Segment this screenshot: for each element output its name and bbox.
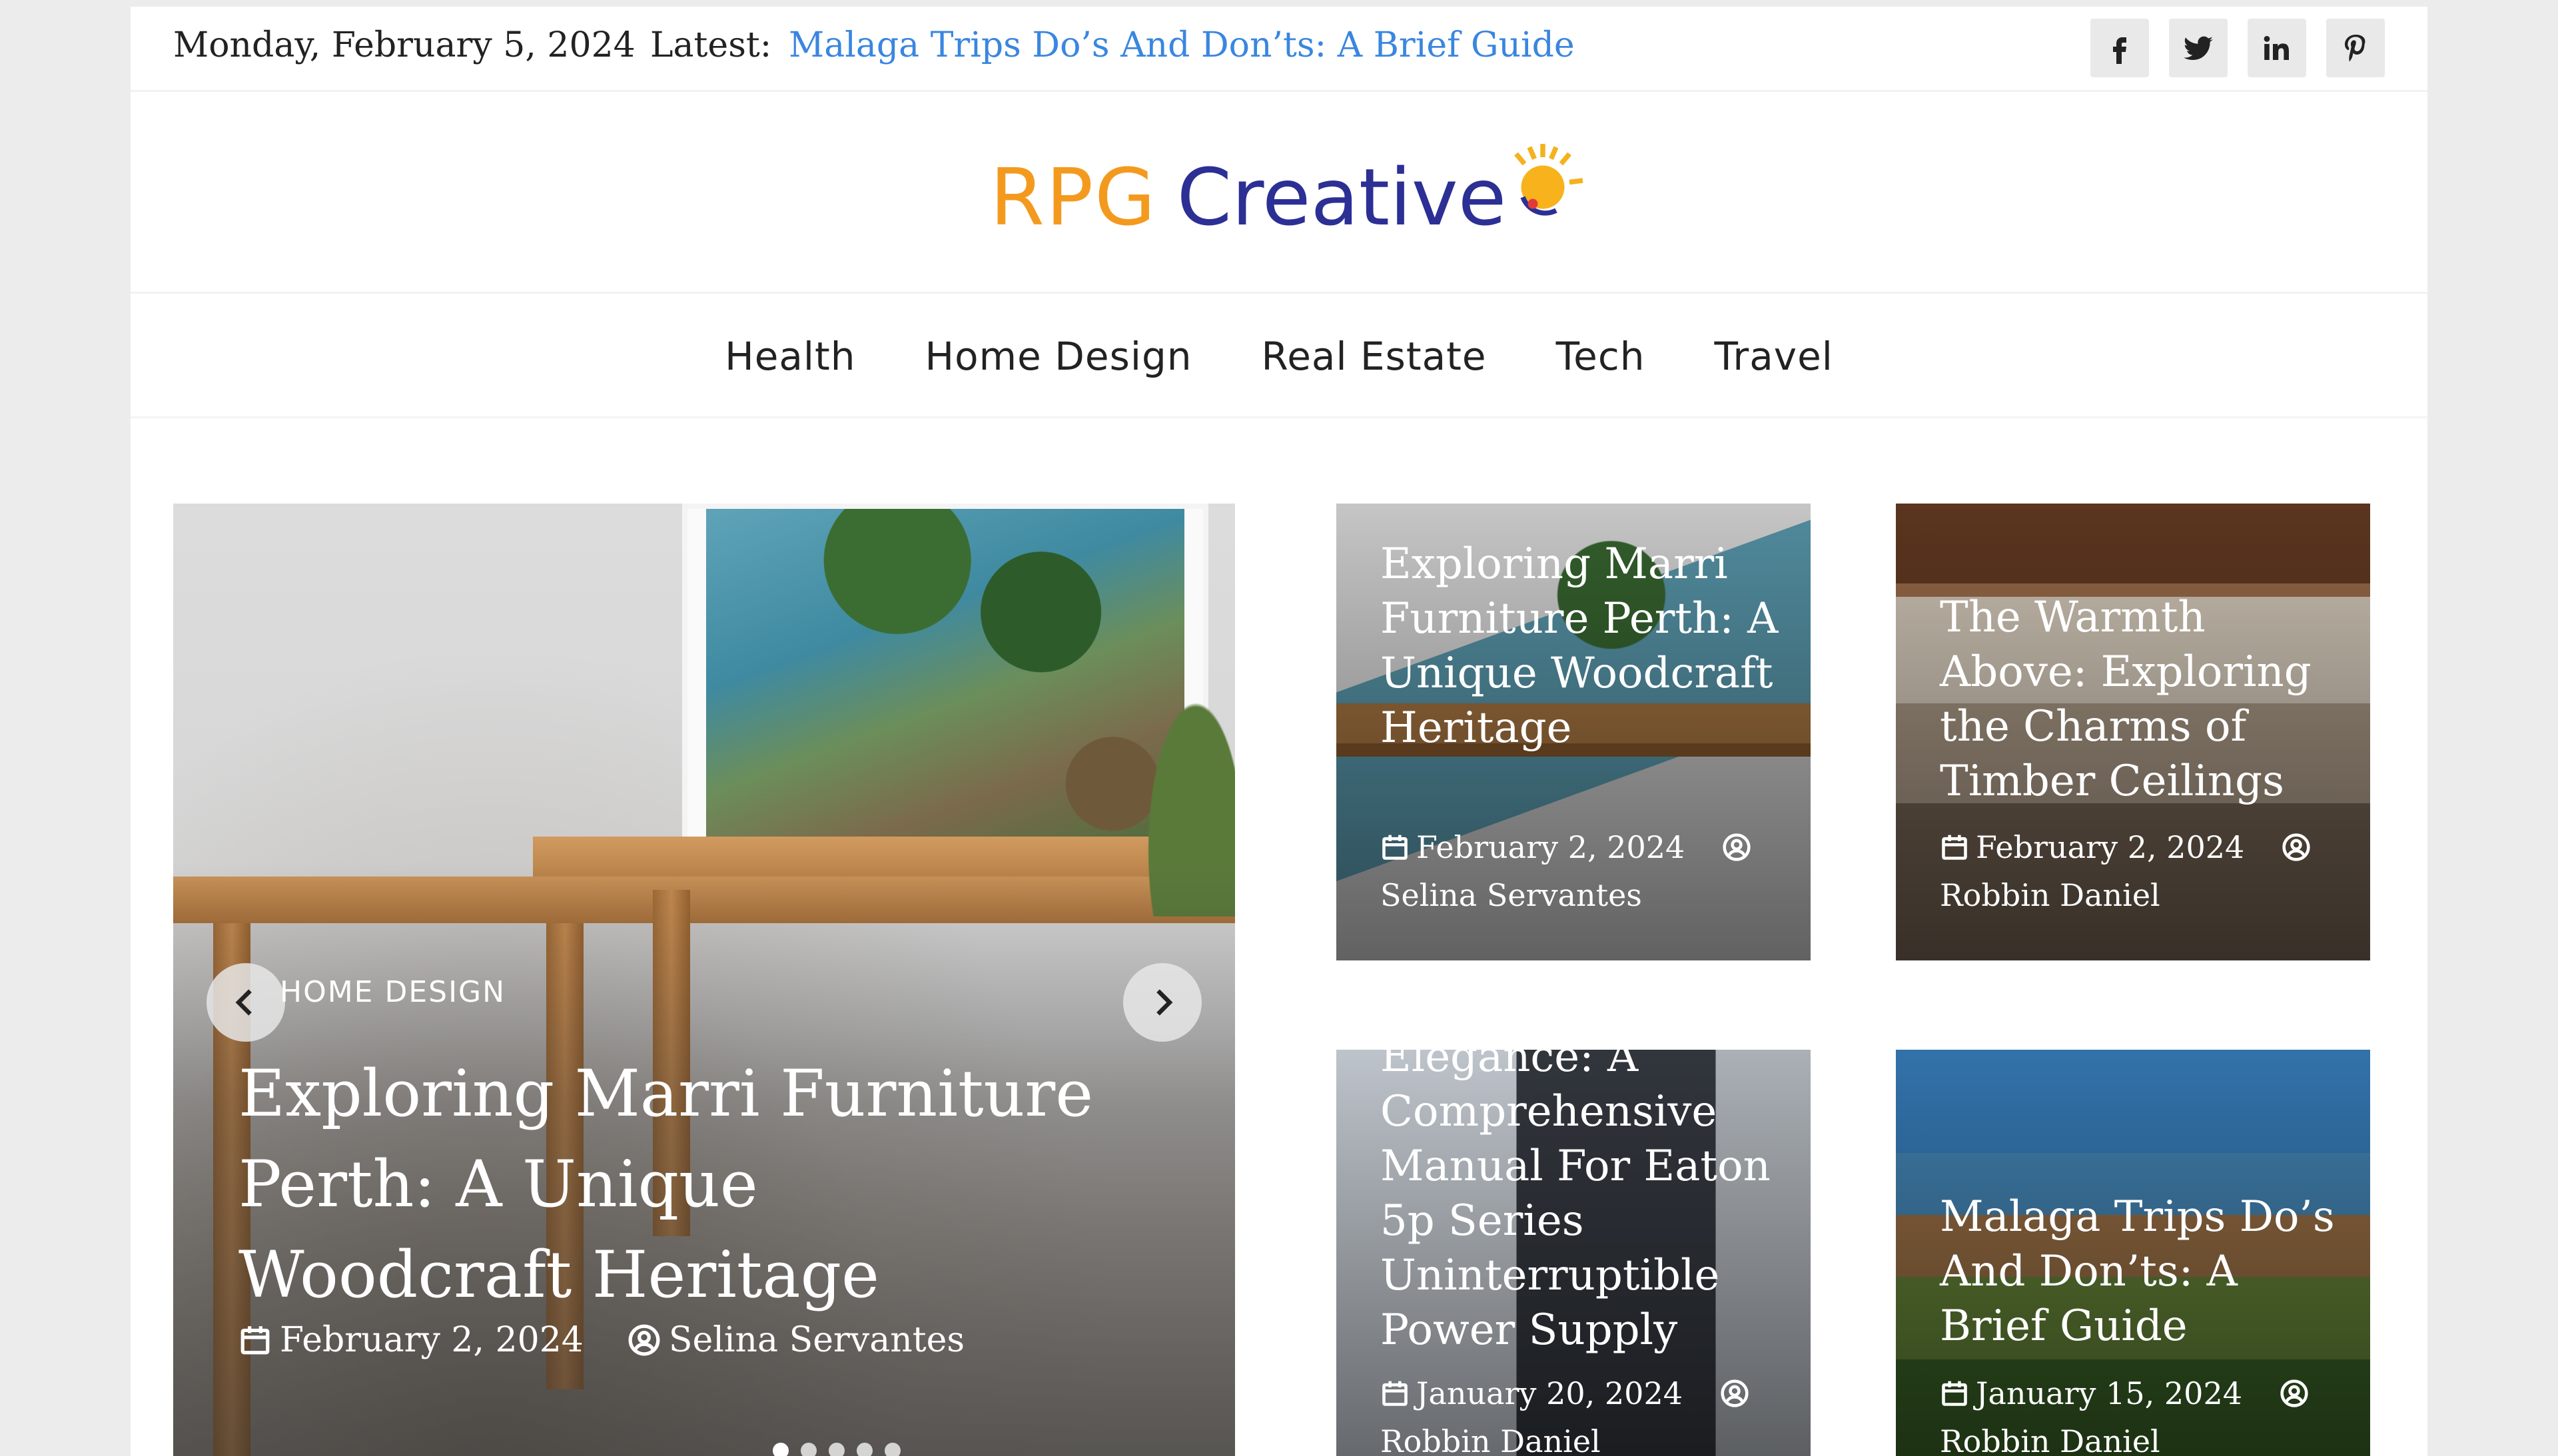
calendar-icon xyxy=(1942,835,1967,860)
nav-item-travel[interactable]: Travel xyxy=(1714,334,1833,379)
facebook-icon[interactable] xyxy=(2090,19,2149,77)
user-icon xyxy=(628,1324,660,1356)
hero-meta: February 2, 2024 Selina Servantes xyxy=(238,1320,965,1360)
hero-title[interactable]: Exploring Marri Furniture Perth: A Uniqu… xyxy=(238,1048,1104,1320)
user-icon xyxy=(2282,833,2310,861)
post-card-author[interactable]: Robbin Daniel xyxy=(1940,1417,2353,1456)
hero-category[interactable]: HOME DESIGN xyxy=(280,975,506,1009)
chevron-right-icon xyxy=(1156,989,1173,1016)
post-card-date[interactable]: February 2, 2024 xyxy=(1976,823,2244,871)
post-card-title[interactable]: Malaga Trips Do’s And Don’ts: A Brief Gu… xyxy=(1940,1190,2353,1353)
post-card-author[interactable]: Robbin Daniel xyxy=(1380,1417,1793,1456)
logo-rpg-text: RPG xyxy=(990,151,1157,243)
user-icon xyxy=(2280,1379,2308,1407)
post-card[interactable]: The Warmth Above: Exploring the Charms o… xyxy=(1896,504,2370,960)
logo-creative-text: Creative xyxy=(1176,151,1507,243)
hero-slider[interactable]: HOME DESIGN Exploring Marri Furniture Pe… xyxy=(173,504,1235,1456)
slider-dot[interactable] xyxy=(801,1443,817,1456)
hero-author[interactable]: Selina Servantes xyxy=(669,1320,965,1360)
post-card-meta: February 2, 2024 Robbin Daniel xyxy=(1940,823,2353,919)
nav-item-tech[interactable]: Tech xyxy=(1556,334,1645,379)
post-card-meta: February 2, 2024 Selina Servantes xyxy=(1380,823,1793,919)
slider-dots xyxy=(773,1443,901,1456)
hero-author-wrap: Selina Servantes xyxy=(628,1320,965,1360)
post-card[interactable]: Malaga Trips Do’s And Don’ts: A Brief Gu… xyxy=(1896,1050,2370,1456)
site-header: RPG Creative xyxy=(131,94,2427,294)
calendar-icon xyxy=(1382,835,1408,860)
post-card-title[interactable]: The Warmth Above: Exploring the Charms o… xyxy=(1940,590,2353,809)
slider-dot[interactable] xyxy=(885,1443,901,1456)
social-links xyxy=(2090,19,2385,77)
slider-dot[interactable] xyxy=(773,1443,789,1456)
latest-news-link[interactable]: Malaga Trips Do’s And Don’ts: A Brief Gu… xyxy=(789,25,1575,65)
slider-dot[interactable] xyxy=(829,1443,845,1456)
linkedin-icon[interactable] xyxy=(2248,19,2306,77)
page: Monday, February 5, 2024 Latest: Malaga … xyxy=(131,7,2427,1456)
user-icon xyxy=(1721,1379,1749,1407)
post-card-title[interactable]: Exploring Marri Furniture Perth: A Uniqu… xyxy=(1380,537,1793,755)
post-card[interactable]: Elegance: A Comprehensive Manual For Eat… xyxy=(1336,1050,1811,1456)
post-card-meta: January 15, 2024 Robbin Daniel xyxy=(1940,1369,2353,1456)
hero-picture-frame xyxy=(682,504,1208,877)
nav-item-home-design[interactable]: Home Design xyxy=(925,334,1192,379)
site-logo[interactable]: RPG Creative xyxy=(990,144,1593,243)
post-card-author[interactable]: Robbin Daniel xyxy=(1940,871,2353,919)
main-nav: Health Home Design Real Estate Tech Trav… xyxy=(131,296,2427,418)
post-card-date[interactable]: February 2, 2024 xyxy=(1416,823,1685,871)
calendar-icon xyxy=(240,1326,270,1355)
post-card[interactable]: Exploring Marri Furniture Perth: A Uniqu… xyxy=(1336,504,1811,960)
slider-prev-button[interactable] xyxy=(207,963,285,1042)
post-card-author[interactable]: Selina Servantes xyxy=(1380,871,1793,919)
twitter-icon[interactable] xyxy=(2169,19,2228,77)
nav-item-health[interactable]: Health xyxy=(725,334,855,379)
chevron-left-icon xyxy=(235,989,252,1016)
slider-dot[interactable] xyxy=(857,1443,873,1456)
hero-date[interactable]: February 2, 2024 xyxy=(280,1320,584,1360)
post-card-meta: January 20, 2024 Robbin Daniel xyxy=(1380,1369,1793,1456)
post-card-title[interactable]: Elegance: A Comprehensive Manual For Eat… xyxy=(1380,1050,1793,1357)
calendar-icon xyxy=(1382,1381,1408,1406)
pinterest-icon[interactable] xyxy=(2326,19,2385,77)
slider-next-button[interactable] xyxy=(1123,963,1202,1042)
latest-label: Latest: xyxy=(650,25,772,65)
top-bar: Monday, February 5, 2024 Latest: Malaga … xyxy=(131,7,2427,92)
post-card-date[interactable]: January 15, 2024 xyxy=(1976,1369,2242,1417)
logo-sun-icon xyxy=(1514,144,1583,216)
post-card-date[interactable]: January 20, 2024 xyxy=(1416,1369,1683,1417)
nav-item-real-estate[interactable]: Real Estate xyxy=(1262,334,1487,379)
calendar-icon xyxy=(1942,1381,1967,1406)
user-icon xyxy=(1723,833,1751,861)
current-date: Monday, February 5, 2024 xyxy=(173,25,636,65)
